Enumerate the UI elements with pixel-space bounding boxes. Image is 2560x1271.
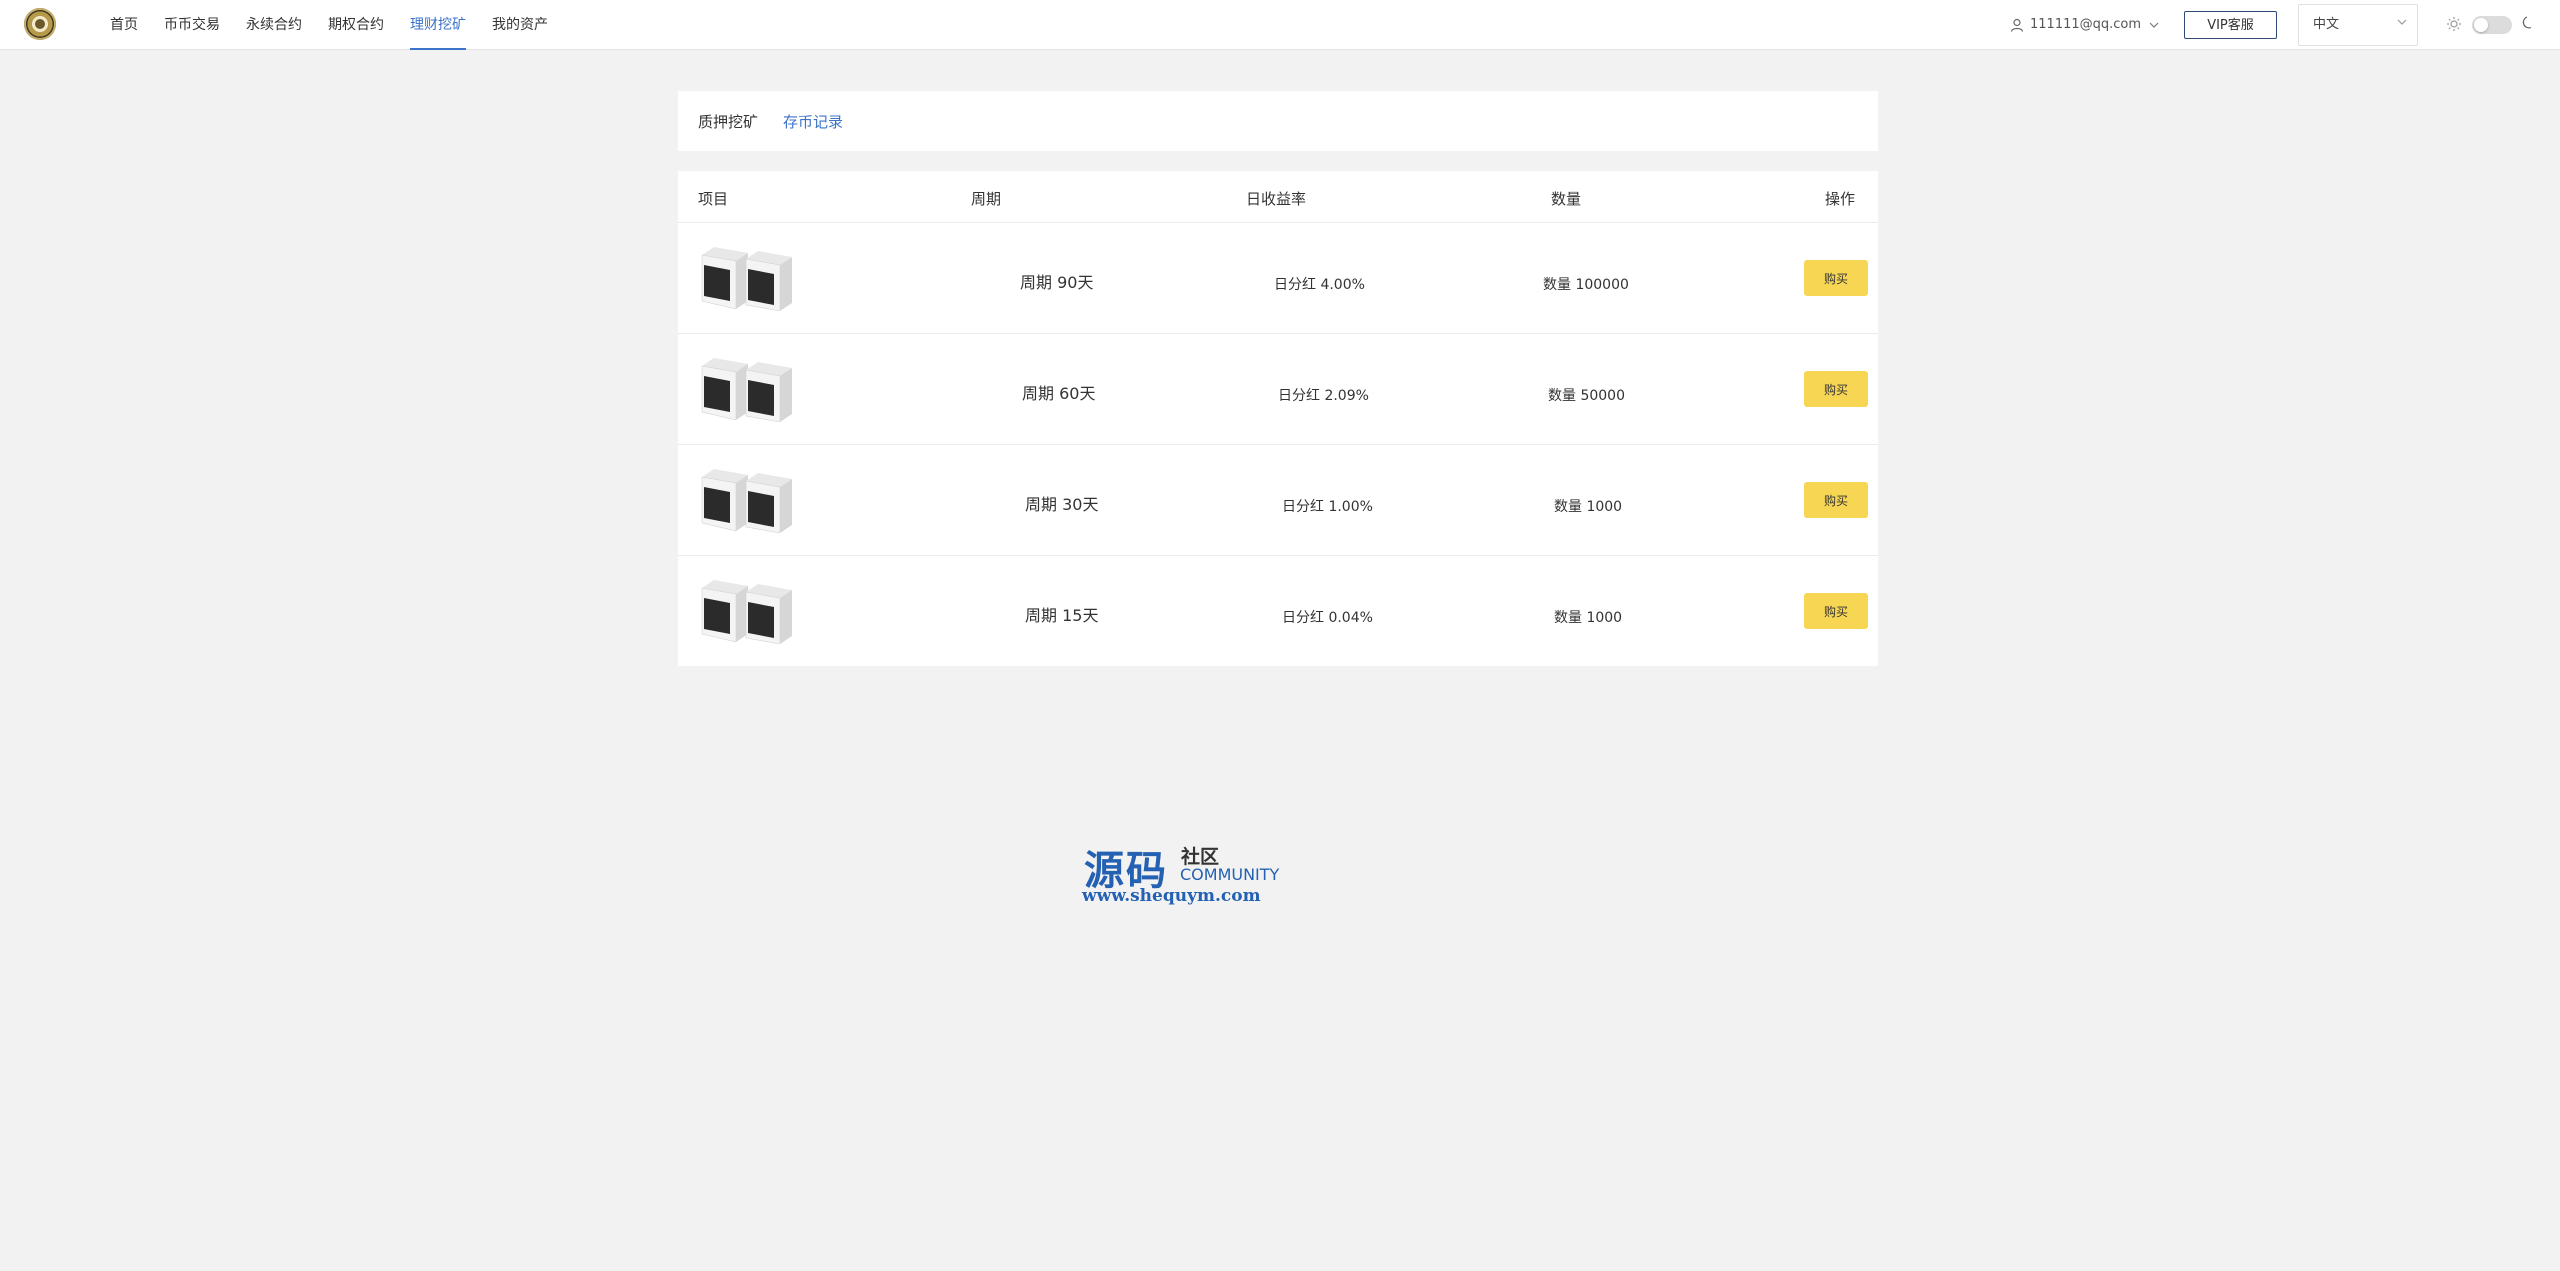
language-selected-value: 中文 [2313,17,2340,32]
mining-tabs: 质押挖矿 存币记录 [678,91,1878,151]
table-row: 周期 60天 日分红 2.09% 数量 50000 购买 [678,334,1878,445]
row-quantity: 数量 100000 [1543,277,1629,293]
nav-spot-trading[interactable]: 币币交易 [164,0,220,50]
vip-support-button[interactable]: VIP客服 [2184,11,2277,39]
column-header-quantity: 数量 [1551,190,1582,208]
column-header-period: 周期 [971,190,1002,208]
theme-toggle[interactable] [2472,16,2512,34]
buy-button[interactable]: 购买 [1804,593,1868,629]
buy-button[interactable]: 购买 [1804,260,1868,296]
nav-my-assets[interactable]: 我的资产 [492,0,548,50]
column-header-rate: 日收益率 [1246,190,1307,208]
table-row: 周期 90天 日分红 4.00% 数量 100000 购买 [678,223,1878,334]
table-row: 周期 30天 日分红 1.00% 数量 1000 购买 [678,445,1878,556]
chevron-down-icon [2397,19,2407,25]
row-period: 周期 90天 [1020,273,1094,292]
row-daily-rate: 日分红 4.00% [1274,277,1365,293]
nav-finance-mining[interactable]: 理财挖矿 [410,0,466,50]
mining-machine-image [701,469,792,533]
user-email: 111111@qq.com [2030,17,2142,32]
row-period: 周期 30天 [1025,495,1099,514]
row-quantity: 数量 1000 [1554,499,1623,515]
table-row: 周期 15天 日分红 0.04% 数量 1000 购买 [678,556,1878,667]
column-header-action: 操作 [1825,190,1856,208]
moon-icon [2522,16,2532,29]
tab-staking-mining[interactable]: 质押挖矿 [698,111,758,132]
nav-options-contract[interactable]: 期权合约 [328,0,384,50]
mining-machine-image [701,580,792,644]
language-select[interactable]: 中文 [2298,4,2418,46]
watermark-url: www.shequym.com [1082,886,1261,906]
mining-machine-image [701,247,792,311]
sun-icon [2447,17,2461,31]
row-period: 周期 60天 [1022,384,1096,403]
chevron-down-icon [2149,22,2159,28]
site-logo[interactable] [24,8,56,40]
main-nav: 首页 币币交易 永续合约 期权合约 理财挖矿 我的资产 [110,0,574,50]
table-header: 项目 周期 日收益率 数量 操作 [678,171,1878,223]
row-quantity: 数量 1000 [1554,610,1623,626]
row-quantity: 数量 50000 [1548,388,1625,404]
buy-button[interactable]: 购买 [1804,371,1868,407]
row-daily-rate: 日分红 2.09% [1278,388,1369,404]
row-daily-rate: 日分红 1.00% [1282,499,1373,515]
row-daily-rate: 日分红 0.04% [1282,610,1373,626]
nav-perpetual-contract[interactable]: 永续合约 [246,0,302,50]
user-icon [2010,18,2024,32]
top-navigation-bar: 首页 币币交易 永续合约 期权合约 理财挖矿 我的资产 111111@qq.co… [0,0,2560,50]
mining-products-table: 项目 周期 日收益率 数量 操作 周期 90天 日分红 4.00% 数量 100… [678,171,1878,666]
tab-deposit-records[interactable]: 存币记录 [783,111,843,132]
user-menu[interactable]: 111111@qq.com [2010,0,2165,50]
watermark-community: COMMUNITY [1180,865,1280,884]
row-period: 周期 15天 [1025,606,1099,625]
watermark-logo: 源码 社区 COMMUNITY www.shequym.com [1082,838,1282,910]
buy-button[interactable]: 购买 [1804,482,1868,518]
mining-machine-image [701,358,792,422]
column-header-item: 项目 [698,190,729,208]
nav-home[interactable]: 首页 [110,0,138,50]
